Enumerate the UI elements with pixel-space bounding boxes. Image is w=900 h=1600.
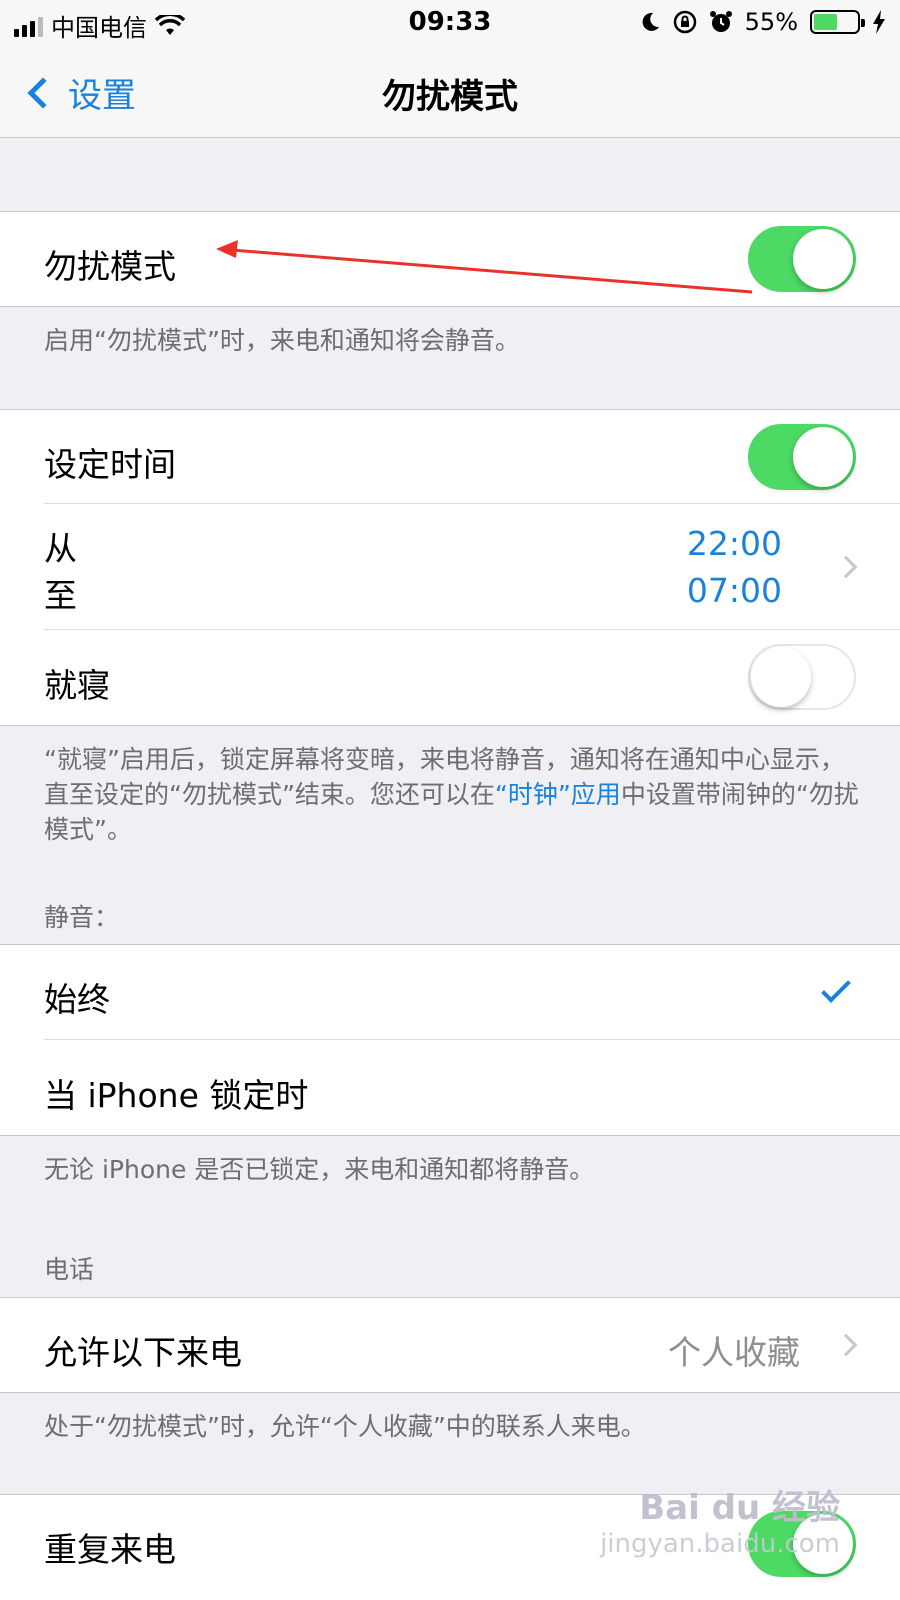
annotation-arrow-line [231, 248, 753, 294]
watermark: Bai du 经验 jingyan.baidu.com [600, 1480, 840, 1559]
watermark-url: jingyan.baidu.com [600, 1529, 840, 1559]
annotation-arrow [216, 240, 753, 294]
annotation-arrow-head [216, 240, 238, 258]
watermark-brand: Bai du 经验 [639, 1488, 840, 1528]
